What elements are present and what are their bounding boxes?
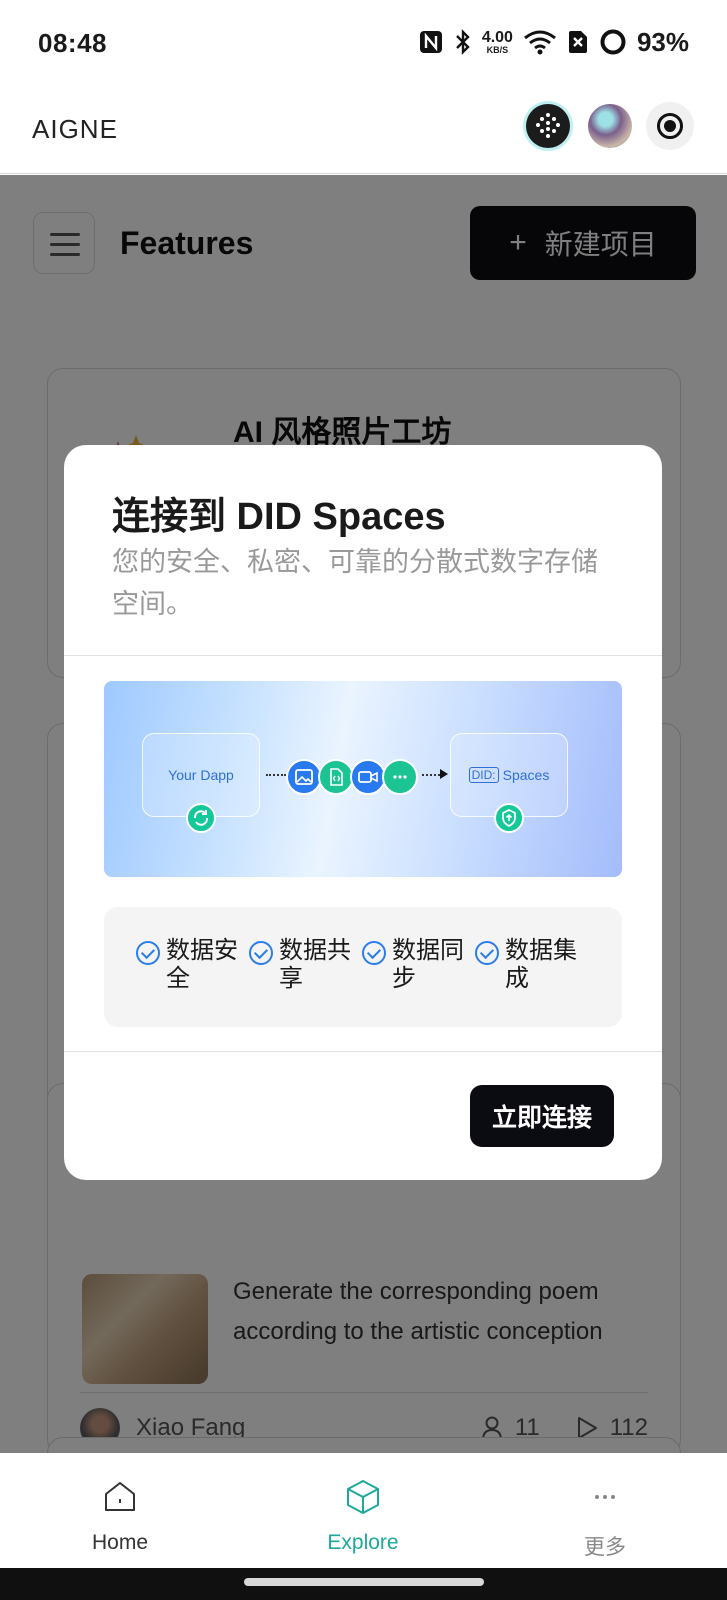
image-icon bbox=[286, 759, 322, 795]
nav-more[interactable]: 更多 bbox=[525, 1453, 685, 1568]
dots-grid-icon bbox=[536, 113, 560, 138]
feature-label: 数据安全 bbox=[166, 937, 238, 992]
status-icons: 4.00 KB/S 93% bbox=[418, 24, 689, 60]
home-gesture-handle[interactable] bbox=[244, 1578, 484, 1586]
apps-grid-button[interactable] bbox=[526, 104, 570, 148]
connect-now-button[interactable]: 立即连接 bbox=[470, 1085, 614, 1147]
nfc-icon bbox=[419, 31, 442, 53]
system-nav-bar bbox=[0, 1568, 727, 1600]
feature-list: 数据安全 数据共享 数据同步 数据集成 bbox=[104, 907, 622, 1027]
more-icon bbox=[585, 1477, 625, 1517]
video-icon bbox=[350, 759, 386, 795]
record-button[interactable] bbox=[646, 102, 694, 150]
home-icon bbox=[100, 1477, 140, 1517]
user-avatar[interactable] bbox=[588, 104, 632, 148]
app-header: AIGNE bbox=[0, 86, 727, 174]
did-prefix: DID: bbox=[468, 767, 499, 783]
feature-item: 数据安全 bbox=[136, 937, 244, 993]
connector-dots bbox=[422, 774, 440, 776]
battery-percent: 93% bbox=[636, 26, 689, 57]
dialog-title: 连接到 DID Spaces bbox=[112, 496, 446, 538]
connector-dots bbox=[266, 774, 286, 776]
arrow-icon bbox=[440, 769, 448, 779]
status-bar: 08:48 4.00 KB/S 93% bbox=[0, 0, 727, 86]
sync-icon bbox=[186, 803, 216, 833]
did-spaces-illustration: Your Dapp DID: Spaces bbox=[104, 681, 622, 877]
bottom-nav: Home Explore 更多 bbox=[0, 1453, 727, 1568]
divider bbox=[64, 1051, 662, 1052]
connect-did-spaces-dialog: 连接到 DID Spaces 您的安全、私密、可靠的分散式数字存储空间。 You… bbox=[64, 445, 662, 1180]
feature-label: 数据集成 bbox=[505, 937, 577, 992]
feature-label: 数据同步 bbox=[392, 937, 464, 992]
nav-home[interactable]: Home bbox=[40, 1453, 200, 1568]
net-speed-unit: KB/S bbox=[486, 44, 509, 55]
brand-logo[interactable]: AIGNE bbox=[32, 114, 118, 145]
check-circle-icon bbox=[249, 941, 273, 965]
cube-icon bbox=[343, 1477, 383, 1517]
feature-item: 数据共享 bbox=[249, 937, 357, 993]
check-circle-icon bbox=[475, 941, 499, 965]
check-circle-icon bbox=[136, 941, 160, 965]
net-speed-value: 4.00 bbox=[481, 28, 513, 46]
shield-icon bbox=[494, 803, 524, 833]
check-circle-icon bbox=[362, 941, 386, 965]
network-speed: 4.00 KB/S bbox=[481, 28, 513, 55]
divider bbox=[64, 655, 662, 656]
status-time: 08:48 bbox=[38, 28, 107, 58]
feature-item: 数据集成 bbox=[475, 937, 583, 993]
bluetooth-icon bbox=[455, 29, 470, 55]
feature-item: 数据同步 bbox=[362, 937, 470, 993]
spaces-label: Spaces bbox=[502, 767, 550, 783]
nav-label: Home bbox=[91, 1531, 149, 1554]
feature-label: 数据共享 bbox=[279, 937, 351, 992]
wifi-icon bbox=[524, 30, 556, 55]
nav-label: Explore bbox=[327, 1531, 399, 1554]
code-file-icon bbox=[318, 759, 354, 795]
nav-label: 更多 bbox=[584, 1536, 626, 1559]
dialog-subtitle: 您的安全、私密、可靠的分散式数字存储空间。 bbox=[112, 547, 598, 619]
no-sim-icon bbox=[568, 31, 587, 53]
more-dots-icon bbox=[382, 759, 418, 795]
nav-explore[interactable]: Explore bbox=[283, 1453, 443, 1568]
battery-icon bbox=[600, 29, 626, 55]
